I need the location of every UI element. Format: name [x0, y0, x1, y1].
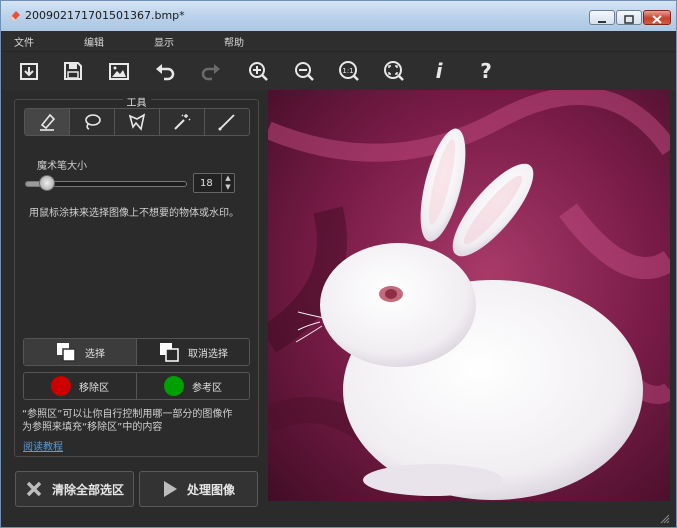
line-icon [218, 114, 235, 131]
reference-area-button[interactable]: 参考区 [137, 373, 249, 399]
redo-button[interactable] [198, 58, 224, 84]
resize-grip-icon[interactable] [660, 514, 670, 524]
menu-view[interactable]: 显示 [154, 34, 174, 49]
fit-window-button[interactable] [381, 58, 407, 84]
minimize-button[interactable] [589, 10, 615, 25]
actual-size-button[interactable]: 1:1 [336, 58, 362, 84]
reference-area-label: 参考区 [192, 382, 222, 394]
process-image-label: 处理图像 [186, 482, 235, 497]
menu-file[interactable]: 文件 [14, 34, 34, 49]
tool-selector [24, 108, 250, 136]
selection-buttons: 选择 取消选择 [23, 338, 250, 366]
open-icon [20, 63, 38, 80]
select-mode-icon [57, 343, 76, 362]
actual-size-icon: 1:1 [339, 61, 359, 81]
spin-arrows[interactable]: ▲ ▼ [221, 174, 234, 192]
select-label: 选择 [85, 348, 105, 360]
info-button[interactable]: i [426, 58, 452, 84]
clear-x-icon [26, 481, 42, 497]
redo-icon [201, 64, 220, 81]
brush-size-slider-handle[interactable] [39, 175, 55, 191]
title-bar[interactable]: 2009021717015013​67.bmp* [1, 1, 676, 31]
image-icon [109, 63, 129, 80]
clear-all-selection-button[interactable]: 清除全部选区 [15, 471, 134, 507]
deselect-mode-icon [160, 343, 179, 362]
tool-magic-wand[interactable] [160, 109, 205, 135]
clear-all-label: 清除全部选区 [51, 482, 124, 497]
menu-help[interactable]: 帮助 [224, 34, 244, 49]
tutorial-link[interactable]: 阅读教程 [23, 438, 63, 453]
brush-size-value: 18 [200, 178, 213, 189]
select-button[interactable]: 选择 [24, 339, 137, 365]
close-icon [652, 15, 662, 24]
undo-button[interactable] [152, 58, 178, 84]
zoom-out-icon [295, 62, 314, 81]
magic-wand-icon [174, 114, 191, 130]
tools-panel: 工具 [14, 98, 259, 457]
zoom-in-icon [249, 62, 268, 81]
remove-area-color-dot [51, 376, 71, 396]
play-icon [163, 481, 177, 497]
zoom-in-button[interactable] [245, 58, 271, 84]
image-canvas[interactable] [268, 90, 670, 501]
minimize-icon [598, 21, 606, 23]
polygon-lasso-icon [128, 113, 146, 131]
rabbit-photo [268, 90, 670, 501]
actual-size-label: 1:1 [342, 67, 353, 75]
tool-lasso[interactable] [70, 109, 115, 135]
menu-edit[interactable]: 编辑 [84, 34, 104, 49]
marker-pen-icon [40, 113, 56, 131]
zoom-out-button[interactable] [291, 58, 317, 84]
app-eraser-icon [10, 11, 20, 21]
open-button[interactable] [16, 58, 42, 84]
tool-line[interactable] [205, 109, 249, 135]
instruction-text: 用鼠标涂抹来选择图像上不想要的物体或水印。 [29, 208, 239, 219]
deselect-label: 取消选择 [188, 348, 228, 360]
deselect-button[interactable]: 取消选择 [137, 339, 249, 365]
tool-magic-pen[interactable] [25, 109, 70, 135]
tool-polygon-lasso[interactable] [115, 109, 160, 135]
undo-icon [156, 64, 175, 81]
save-icon [64, 62, 82, 80]
application-window: 2009021717015013​67.bmp* 文件 编辑 显示 帮助 [0, 0, 677, 528]
fit-window-icon [384, 61, 404, 81]
area-buttons: 移除区 参考区 [23, 372, 250, 400]
status-bar [2, 509, 676, 527]
save-button[interactable] [60, 58, 86, 84]
image-button[interactable] [106, 58, 132, 84]
maximize-icon [624, 15, 634, 24]
window-title: 2009021717015013​67.bmp* [25, 9, 185, 22]
reference-area-color-dot [164, 376, 184, 396]
remove-area-button[interactable]: 移除区 [24, 373, 137, 399]
help-button[interactable]: ? [473, 58, 499, 84]
lasso-icon [85, 114, 101, 130]
help-text-line2: 为参照来填充“移除区”中的内容 [22, 422, 163, 433]
remove-area-label: 移除区 [79, 382, 109, 394]
brush-size-label: 魔术笔大小 [37, 161, 87, 172]
close-button[interactable] [643, 10, 671, 25]
toolbar: 1:1 i ? [2, 51, 676, 90]
help-icon: ? [480, 59, 492, 83]
menu-bar: 文件 编辑 显示 帮助 [2, 31, 676, 51]
brush-size-spinbox[interactable]: 18 ▲ ▼ [193, 173, 235, 193]
maximize-button[interactable] [616, 10, 642, 25]
info-icon: i [435, 59, 443, 83]
process-image-button[interactable]: 处理图像 [139, 471, 258, 507]
